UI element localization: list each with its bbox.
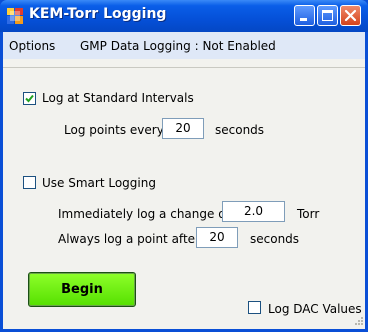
- minimize-icon: [300, 18, 307, 21]
- resize-grip-icon[interactable]: [352, 316, 364, 328]
- app-logo-icon: [7, 8, 23, 24]
- maximize-icon: [322, 10, 333, 21]
- menu-options[interactable]: Options: [9, 39, 55, 53]
- always-log-after-input[interactable]: 20: [196, 227, 238, 248]
- menu-divider: [3, 67, 365, 68]
- menu-bar: Options GMP Data Logging : Not Enabled: [3, 32, 365, 59]
- app-window: KEM-Torr Logging Options GMP Data Loggin…: [0, 0, 368, 332]
- title-bar[interactable]: KEM-Torr Logging: [0, 0, 368, 32]
- log-change-input[interactable]: 2.0: [222, 201, 285, 222]
- log-dac-values-checkbox[interactable]: [248, 301, 261, 314]
- use-smart-logging-checkbox[interactable]: [23, 176, 36, 189]
- maximize-button[interactable]: [317, 5, 338, 26]
- log-standard-intervals-checkbox[interactable]: [23, 92, 36, 105]
- always-log-after-label: Always log a point after :: [58, 232, 208, 246]
- log-change-label: Immediately log a change of :: [58, 207, 238, 221]
- always-log-after-unit: seconds: [250, 232, 300, 246]
- checkmark-icon: [25, 94, 34, 103]
- log-points-every-label: Log points every :: [64, 123, 172, 137]
- window-title: KEM-Torr Logging: [29, 6, 167, 22]
- log-points-every-input[interactable]: 20: [162, 118, 204, 139]
- menu-gmp-data-logging[interactable]: GMP Data Logging : Not Enabled: [80, 39, 276, 53]
- close-icon: [344, 9, 357, 22]
- begin-button[interactable]: Begin: [28, 272, 136, 307]
- use-smart-logging-label[interactable]: Use Smart Logging: [42, 176, 156, 190]
- log-change-unit: Torr: [297, 207, 320, 221]
- minimize-button[interactable]: [294, 5, 315, 26]
- log-standard-intervals-label[interactable]: Log at Standard Intervals: [42, 91, 194, 105]
- close-button[interactable]: [340, 5, 361, 26]
- log-points-unit: seconds: [215, 123, 265, 137]
- log-dac-values-label[interactable]: Log DAC Values: [268, 302, 362, 316]
